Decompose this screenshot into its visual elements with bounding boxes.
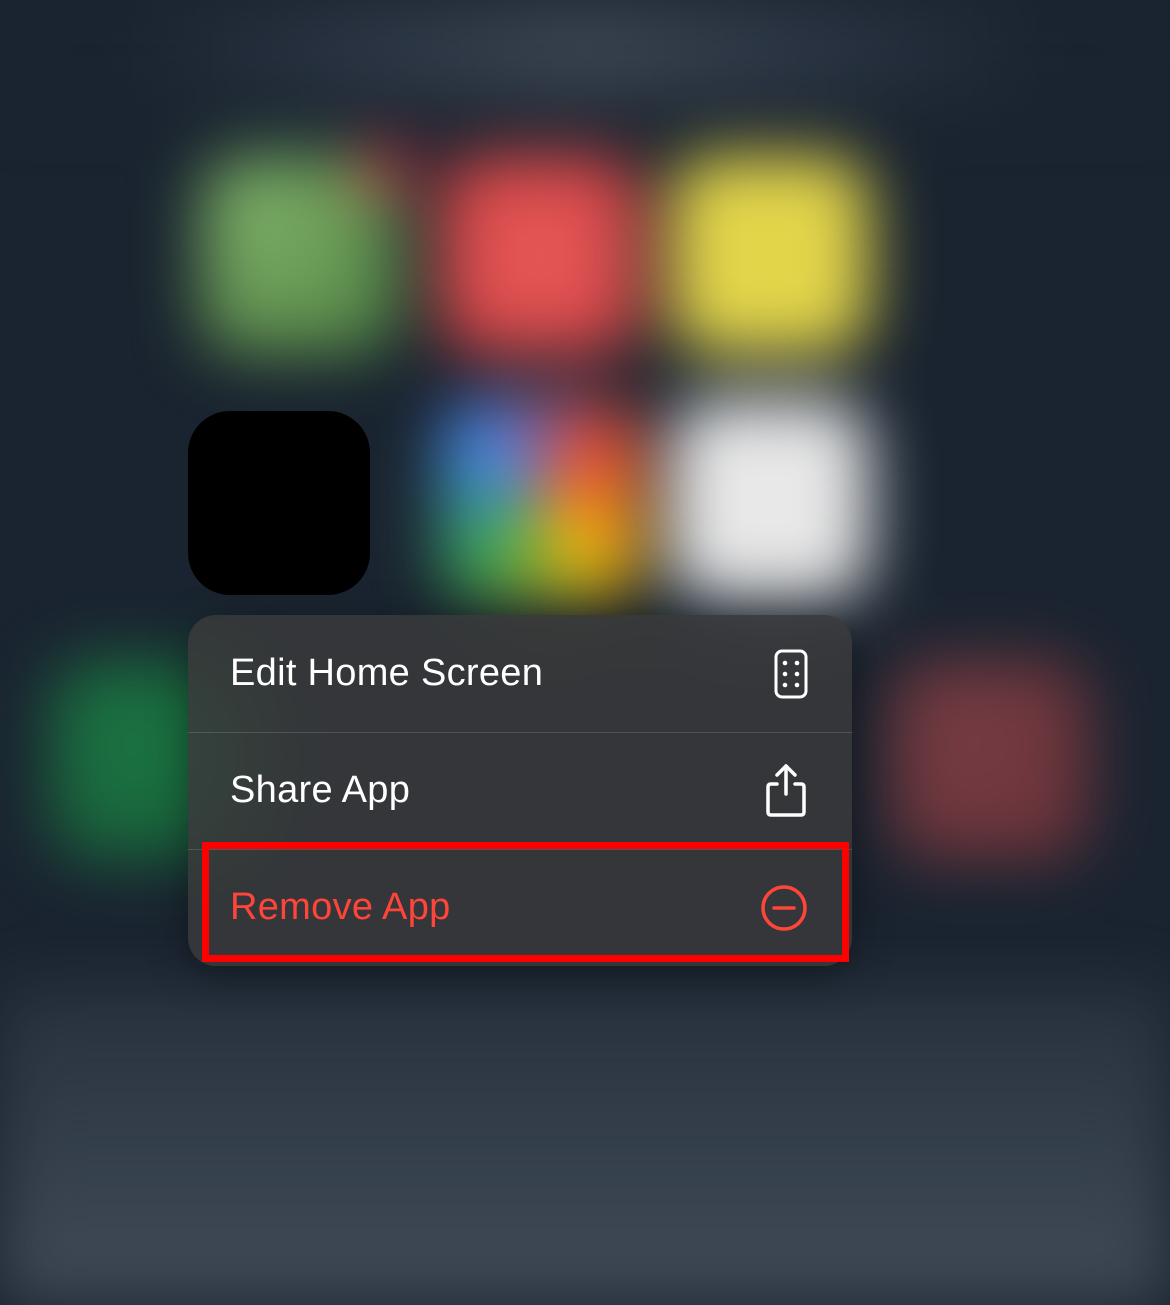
menu-label: Share App xyxy=(230,769,410,812)
app-grid-icon xyxy=(774,649,808,699)
minus-circle-icon xyxy=(760,884,808,932)
edit-home-screen-button[interactable]: Edit Home Screen xyxy=(188,615,852,732)
share-app-button[interactable]: Share App xyxy=(188,732,852,849)
selected-app-icon[interactable] xyxy=(188,411,370,595)
remove-app-button[interactable]: Remove App xyxy=(188,849,852,966)
menu-label: Edit Home Screen xyxy=(230,652,543,695)
share-icon xyxy=(764,764,808,818)
app-context-menu: Edit Home Screen Share App Remove App xyxy=(188,615,852,966)
menu-label: Remove App xyxy=(230,886,451,929)
